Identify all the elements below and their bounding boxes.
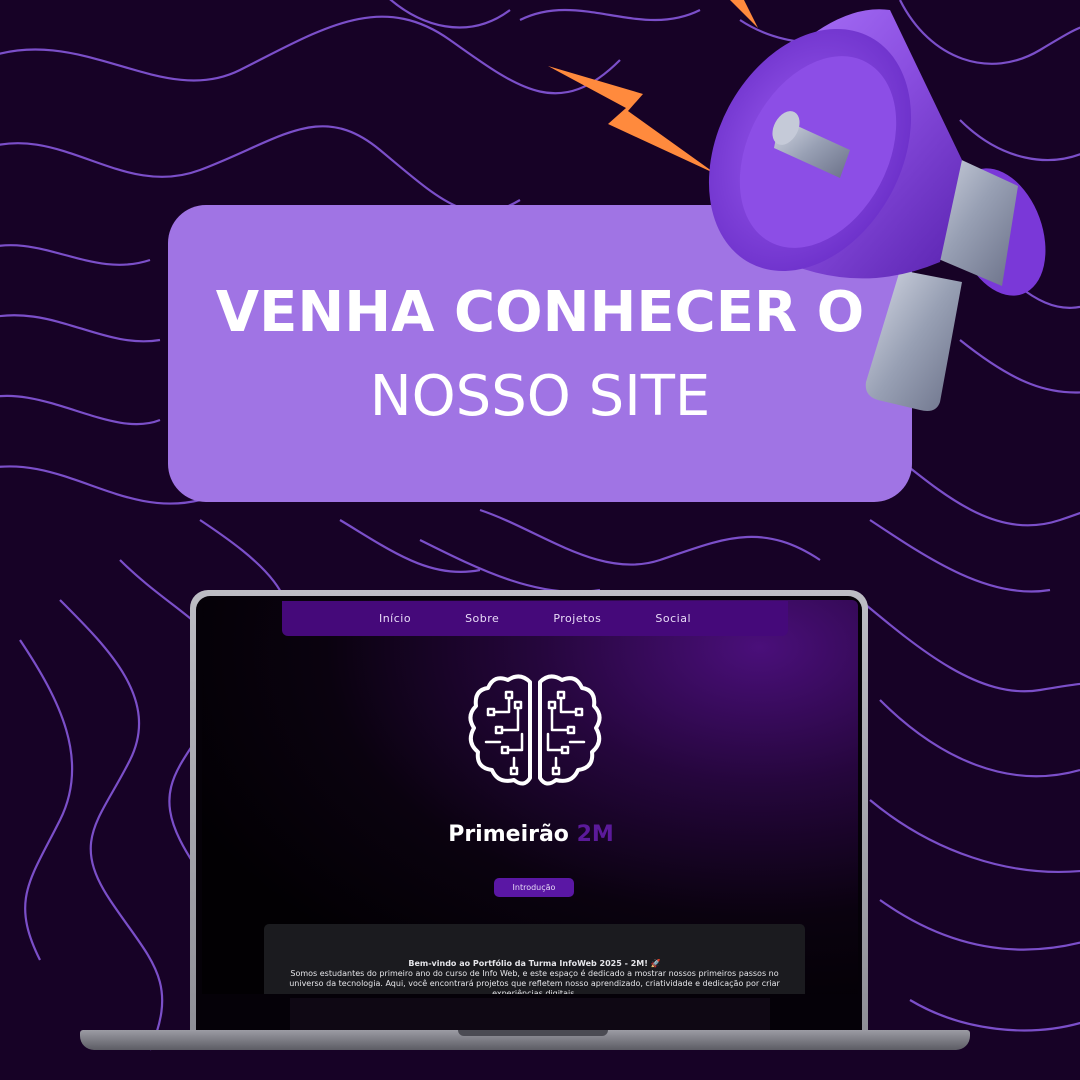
laptop-notch [458,1030,608,1036]
circuit-brain-icon [468,674,602,786]
laptop-screen: Início Sobre Projetos Social Primeirão 2… [202,600,858,994]
laptop-keyboard [290,998,770,1032]
nav-item-projetos[interactable]: Projetos [553,612,601,625]
megaphone-icon [708,9,1046,411]
welcome-card: Bem-vindo ao Portfólio da Turma InfoWeb … [264,924,805,994]
site-navbar: Início Sobre Projetos Social [282,601,788,636]
nav-item-inicio[interactable]: Início [379,612,411,625]
promo-poster: VENHA CONHECER O NOSSO SITE Início Sobre… [0,0,1080,1080]
site-title-accent: 2M [576,822,614,847]
intro-button[interactable]: Introdução [494,878,574,897]
welcome-card-body: Somos estudantes do primeiro ano do curs… [289,969,780,994]
nav-item-sobre[interactable]: Sobre [465,612,499,625]
welcome-card-title: Bem-vindo ao Portfólio da Turma InfoWeb … [408,959,661,968]
nav-item-social[interactable]: Social [655,612,691,625]
lightning-bolt-icon [548,66,716,174]
site-title: Primeirão 2M [202,822,858,847]
site-title-main: Primeirão [448,822,569,847]
